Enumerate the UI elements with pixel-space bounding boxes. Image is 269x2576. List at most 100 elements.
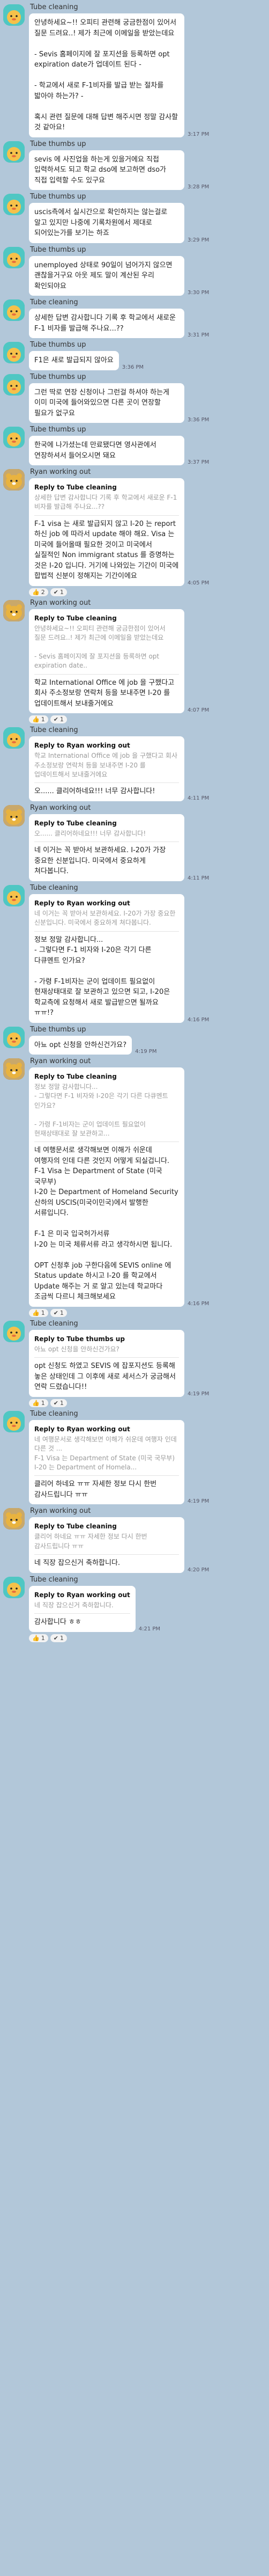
quoted-message: 오...... 클리어하네요!!! 너무 감사합니다! bbox=[34, 829, 179, 843]
chat-message[interactable]: Tube thumbs up 한국에 나가셨는데 만료됐다면 영사관에서 연장하셔… bbox=[3, 426, 265, 465]
reaction-bar: 👍 2 ✔ 1 bbox=[29, 588, 209, 596]
avatar[interactable] bbox=[3, 374, 25, 396]
sender-name: Tube cleaning bbox=[30, 3, 78, 11]
avatar[interactable] bbox=[3, 299, 25, 321]
chat-message[interactable]: Ryan working out Reply to Tube cleaning 클리… bbox=[3, 1507, 265, 1573]
message-bubble[interactable]: Reply to Tube cleaning 안녕하세요~!! 오피티 관련해 궁… bbox=[29, 609, 184, 714]
quoted-message: 아뇨 opt 신청을 안하신건가요? bbox=[34, 1345, 179, 1358]
message-time: 4:19 PM bbox=[188, 1498, 210, 1505]
chat-message[interactable]: Tube cleaning 안녕하세요~!! 오피티 관련해 궁금한점이 있어서 … bbox=[3, 3, 265, 137]
avatar[interactable] bbox=[3, 804, 25, 826]
avatar[interactable] bbox=[3, 884, 25, 906]
avatar[interactable] bbox=[3, 141, 25, 163]
chat-message[interactable]: Tube thumbs up 그런 딱로 연장 신청이나 그런걸 하셔야 하는게 … bbox=[3, 373, 265, 423]
avatar[interactable] bbox=[3, 427, 25, 448]
reaction-check-chip[interactable]: ✔ 1 bbox=[50, 1308, 67, 1317]
message-text: unemployed 상태로 90일이 넘어가지 않으면 괜찮을거구요 아웃 제… bbox=[34, 261, 175, 290]
avatar[interactable] bbox=[3, 246, 25, 268]
reaction-check-chip[interactable]: ✔ 1 bbox=[50, 715, 67, 724]
chat-message[interactable]: Tube cleaning Reply to Ryan working out 네 … bbox=[3, 1410, 265, 1505]
message-bubble[interactable]: Reply to Tube cleaning 상세한 답변 감사합니다 기록 후 … bbox=[29, 478, 184, 586]
sender-name: Tube cleaning bbox=[30, 883, 78, 892]
message-time: 4:05 PM bbox=[188, 580, 210, 586]
chat-message[interactable]: Ryan working out Reply to Tube cleaning 오.… bbox=[3, 804, 265, 881]
avatar[interactable] bbox=[3, 599, 25, 621]
message-bubble[interactable]: Reply to Ryan working out 네 여행문서로 생각해보면 이… bbox=[29, 1419, 184, 1505]
message-time: 4:21 PM bbox=[138, 1626, 161, 1632]
message-bubble[interactable]: Reply to Tube cleaning 오...... 클리어하네요!!! … bbox=[29, 814, 184, 881]
avatar[interactable] bbox=[3, 469, 25, 491]
chat-message[interactable]: Tube thumbs up 아뇨 opt 신청을 안하신건가요? 4:19 PM bbox=[3, 1026, 265, 1055]
message-bubble[interactable]: 안녕하세요~!! 오피티 관련해 궁금한점이 있어서 질문 드려요..! 제가 … bbox=[29, 13, 184, 137]
message-time: 4:19 PM bbox=[188, 1391, 210, 1397]
reaction-thumbs-chip[interactable]: 👍 1 bbox=[29, 1308, 48, 1317]
reaction-thumbs-chip[interactable]: 👍 1 bbox=[29, 1399, 48, 1407]
message-bubble[interactable]: sevis 에 사진업을 하는게 있을거에요 직접 입력하셔도 되고 학교 ds… bbox=[29, 150, 184, 190]
thumbs-up-icon: 👍 bbox=[32, 1634, 40, 1642]
message-text: 아뇨 opt 신청을 안하신건가요? bbox=[34, 1041, 127, 1049]
quoted-message: 안녕하세요~!! 오피티 관련해 궁금한점이 있어서 질문 드려요..! 제가 … bbox=[34, 624, 179, 675]
reaction-count: 2 bbox=[41, 588, 45, 596]
chat-message[interactable]: Tube thumbs up sevis 에 사진업을 하는게 있을거에요 직접 … bbox=[3, 140, 265, 190]
message-text: uscis측에서 실시간으로 확인하지는 않는걸로 알고 있지만 나중에 기록차… bbox=[34, 208, 170, 237]
message-time: 4:20 PM bbox=[188, 1567, 210, 1573]
sender-name: Tube thumbs up bbox=[30, 372, 86, 381]
avatar[interactable] bbox=[3, 1576, 25, 1598]
chat-message[interactable]: Tube thumbs up unemployed 상태로 90일이 넘어가지 않… bbox=[3, 246, 265, 296]
message-text: F1은 새로 발급되지 않아요 bbox=[34, 356, 114, 364]
message-bubble[interactable]: Reply to Tube thumbs up 아뇨 opt 신청을 안하신건가요… bbox=[29, 1329, 184, 1397]
reaction-thumbs-chip[interactable]: 👍 1 bbox=[29, 1634, 48, 1642]
reaction-check-chip[interactable]: ✔ 1 bbox=[50, 1399, 67, 1407]
avatar[interactable] bbox=[3, 194, 25, 215]
check-icon: ✔ bbox=[53, 588, 58, 596]
message-bubble[interactable]: Reply to Ryan working out 학교 Internationa… bbox=[29, 736, 184, 801]
message-bubble[interactable]: Reply to Tube cleaning 정보 정말 감사합니다... - 그… bbox=[29, 1067, 184, 1307]
quoted-message: 네 여행문서로 생각해보면 이해가 쉬운데 여행자 인데 다른 것 ... F-… bbox=[34, 1435, 179, 1476]
reply-label: Reply to Tube cleaning bbox=[34, 1523, 117, 1531]
chat-message[interactable]: Ryan working out Reply to Tube cleaning 안녕… bbox=[3, 598, 265, 724]
chat-message[interactable]: Tube thumbs up uscis측에서 실시간으로 확인하지는 않는걸로 … bbox=[3, 193, 265, 243]
reaction-bar: 👍 1 ✔ 1 bbox=[29, 715, 209, 724]
message-bubble[interactable]: 한국에 나가셨는데 만료됐다면 영사관에서 연장하셔서 들어오시면 돼요 bbox=[29, 436, 184, 465]
avatar[interactable] bbox=[3, 4, 25, 26]
message-bubble[interactable]: Reply to Tube cleaning 클리어 하네요 ㅠㅠ 자세한 정보 … bbox=[29, 1517, 184, 1573]
message-bubble[interactable]: Reply to Ryan working out 네 이거는 꼭 받아서 보관하… bbox=[29, 894, 184, 1023]
avatar[interactable] bbox=[3, 1508, 25, 1530]
message-bubble[interactable]: 상세한 답변 감사합니다 기록 후 학교에서 새로운 F-1 비자를 발급해 주… bbox=[29, 309, 184, 338]
avatar[interactable] bbox=[3, 1320, 25, 1342]
chat-message[interactable]: Tube cleaning Reply to Ryan working out 학교… bbox=[3, 726, 265, 801]
message-bubble[interactable]: 그런 딱로 연장 신청이나 그런걸 하셔야 하는게 이미 미국에 들어와있으면 … bbox=[29, 383, 184, 423]
chat-message[interactable]: Tube cleaning Reply to Tube thumbs up 아뇨 o… bbox=[3, 1320, 265, 1407]
chat-message[interactable]: Tube cleaning Reply to Ryan working out 네 … bbox=[3, 1576, 265, 1642]
avatar[interactable] bbox=[3, 1410, 25, 1432]
message-bubble[interactable]: F1은 새로 발급되지 않아요 bbox=[29, 351, 119, 370]
avatar[interactable] bbox=[3, 342, 25, 363]
chat-message[interactable]: Ryan working out Reply to Tube cleaning 정보… bbox=[3, 1057, 265, 1317]
chat-message[interactable]: Tube thumbs up F1은 새로 발급되지 않아요 3:36 PM bbox=[3, 341, 265, 370]
message-bubble[interactable]: uscis측에서 실시간으로 확인하지는 않는걸로 알고 있지만 나중에 기록차… bbox=[29, 203, 184, 243]
reply-label: Reply to Ryan working out bbox=[34, 1591, 130, 1599]
avatar[interactable] bbox=[3, 1058, 25, 1080]
quoted-message: 클리어 하네요 ㅠㅠ 자세한 정보 다시 한번 감사드립니다 ㅠㅠ bbox=[34, 1532, 179, 1555]
chat-message[interactable]: Tube cleaning Reply to Ryan working out 네 … bbox=[3, 884, 265, 1023]
message-text: 네 이거는 꼭 받아서 보관하세요. I-20가 가장 중요한 신분입니다. 미… bbox=[34, 846, 168, 876]
sender-name: Ryan working out bbox=[30, 803, 91, 812]
reaction-check-chip[interactable]: ✔ 1 bbox=[50, 1634, 67, 1642]
avatar[interactable] bbox=[3, 1026, 25, 1048]
chat-message[interactable]: Tube cleaning 상세한 답변 감사합니다 기록 후 학교에서 새로운 … bbox=[3, 298, 265, 338]
reaction-count: 1 bbox=[41, 1399, 45, 1407]
message-bubble[interactable]: Reply to Ryan working out 네 직장 잡으신거 축하합니다… bbox=[29, 1585, 136, 1632]
sender-name: Ryan working out bbox=[30, 598, 91, 607]
chat-message[interactable]: Ryan working out Reply to Tube cleaning 상세… bbox=[3, 468, 265, 596]
avatar[interactable] bbox=[3, 727, 25, 749]
check-icon: ✔ bbox=[53, 1634, 58, 1642]
reaction-thumbs-chip[interactable]: 👍 1 bbox=[29, 715, 48, 724]
reaction-check-chip[interactable]: ✔ 1 bbox=[50, 588, 67, 596]
quoted-message: 상세한 답변 감사합니다 기록 후 학교에서 새로운 F-1 비자를 발급해 주… bbox=[34, 493, 179, 516]
quoted-message: 정보 정말 감사합니다... - 그렇다면 F-1 비자와 I-20은 각기 다… bbox=[34, 1082, 179, 1143]
message-bubble[interactable]: 아뇨 opt 신청을 안하신건가요? bbox=[29, 1035, 132, 1055]
message-time: 3:30 PM bbox=[188, 290, 210, 296]
message-time: 4:07 PM bbox=[188, 707, 210, 714]
reaction-thumbs-chip[interactable]: 👍 2 bbox=[29, 588, 48, 596]
message-bubble[interactable]: unemployed 상태로 90일이 넘어가지 않으면 괜찮을거구요 아웃 제… bbox=[29, 255, 184, 296]
